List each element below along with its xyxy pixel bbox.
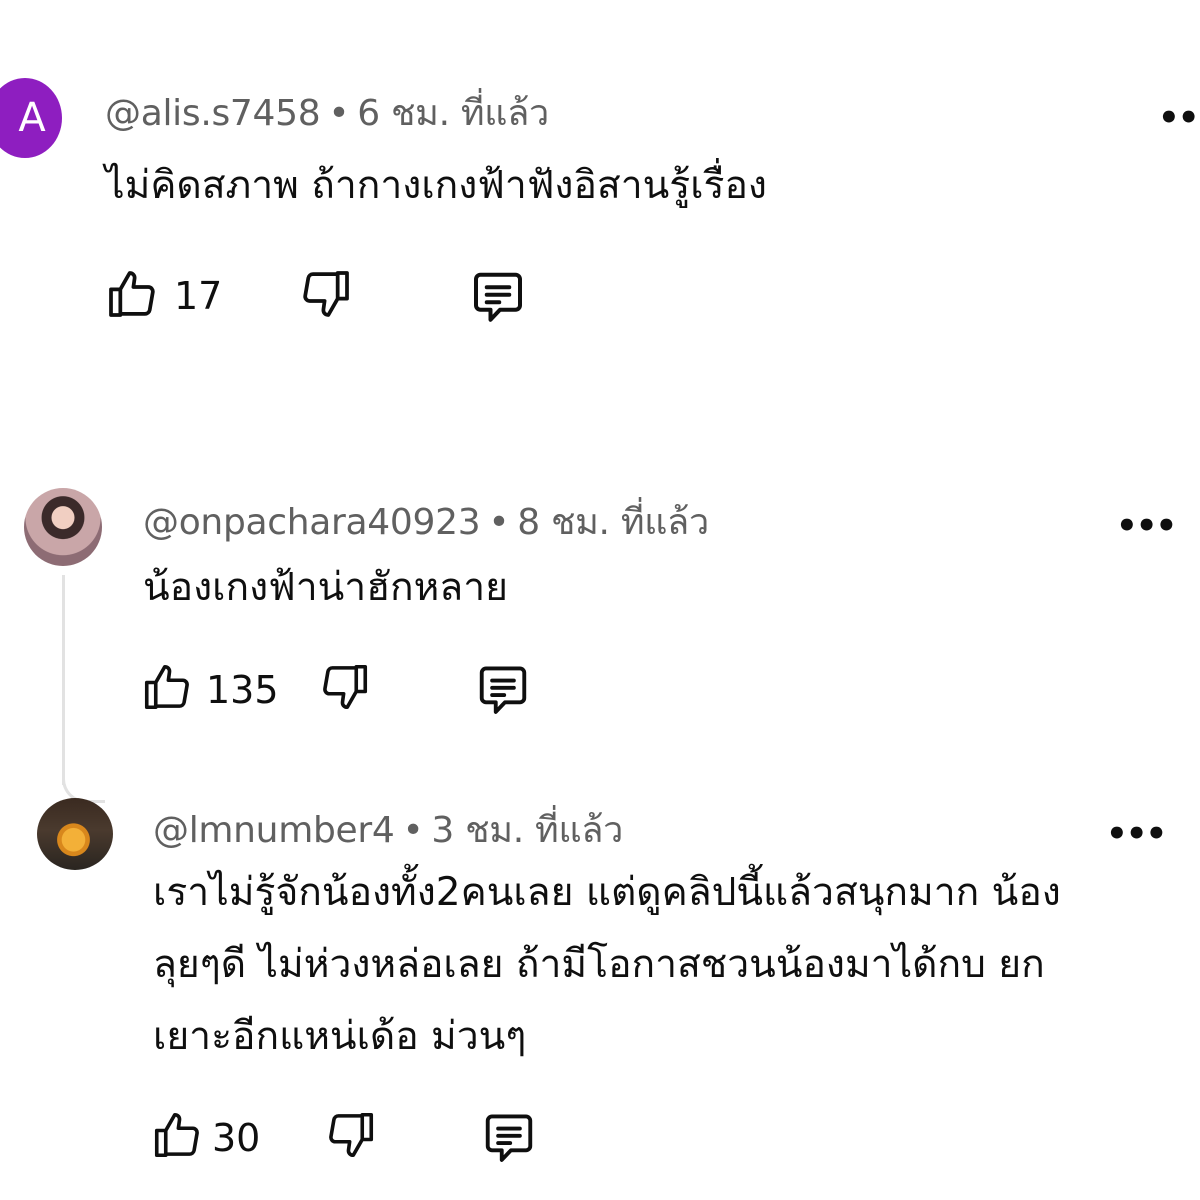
comment-actions: 17: [104, 266, 544, 326]
avatar-letter: A: [18, 95, 46, 141]
comment-text: เราไม่รู้จักน้องทั้ง2คนเลย แต่ดูคลิปนี้แ…: [153, 870, 1061, 1059]
thread-connector: [62, 760, 105, 803]
thread-line: [62, 575, 65, 785]
comment-author[interactable]: @alis.s7458: [105, 93, 321, 134]
more-options-icon[interactable]: •••: [1106, 814, 1167, 854]
avatar[interactable]: [37, 798, 113, 870]
reply-icon[interactable]: [480, 1108, 538, 1166]
avatar[interactable]: [24, 488, 102, 566]
comment-author[interactable]: @onpachara40923: [143, 502, 481, 543]
comment-actions: 30: [150, 1108, 550, 1168]
comment-meta: @onpachara40923 • 8 ชม. ที่แล้ว: [143, 493, 709, 550]
thumbs-down-icon[interactable]: [298, 266, 354, 322]
more-options-icon[interactable]: •••: [1158, 98, 1200, 138]
thumbs-down-icon[interactable]: [324, 1108, 378, 1162]
comment-time[interactable]: 6 ชม. ที่แล้ว: [357, 93, 549, 134]
thumbs-up-icon[interactable]: [150, 1108, 204, 1162]
comment-time[interactable]: 3 ชม. ที่แล้ว: [431, 810, 623, 851]
comment-text: น้องเกงฟ้าน่าฮักหลาย: [143, 565, 508, 610]
more-options-icon[interactable]: •••: [1116, 506, 1177, 546]
meta-separator: •: [402, 810, 424, 851]
like-count: 17: [174, 274, 223, 318]
avatar[interactable]: A: [0, 78, 62, 158]
reply-icon[interactable]: [474, 660, 532, 718]
meta-separator: •: [488, 502, 510, 543]
thumbs-up-icon[interactable]: [140, 660, 194, 714]
comment-meta: @alis.s7458 • 6 ชม. ที่แล้ว: [105, 84, 549, 141]
comment-text: ไม่คิดสภาพ ถ้ากางเกงฟ้าฟังอิสานรู้เรื่อง: [105, 163, 767, 208]
reply-icon[interactable]: [468, 266, 528, 326]
comment-author[interactable]: @lmnumber4: [153, 810, 395, 851]
like-count: 135: [206, 668, 279, 712]
comment-time[interactable]: 8 ชม. ที่แล้ว: [517, 502, 709, 543]
comment-meta: @lmnumber4 • 3 ชม. ที่แล้ว: [153, 801, 623, 858]
thumbs-up-icon[interactable]: [104, 266, 160, 322]
thumbs-down-icon[interactable]: [318, 660, 372, 714]
like-count: 30: [212, 1116, 261, 1160]
comment-actions: 135: [140, 660, 540, 720]
meta-separator: •: [328, 93, 350, 134]
